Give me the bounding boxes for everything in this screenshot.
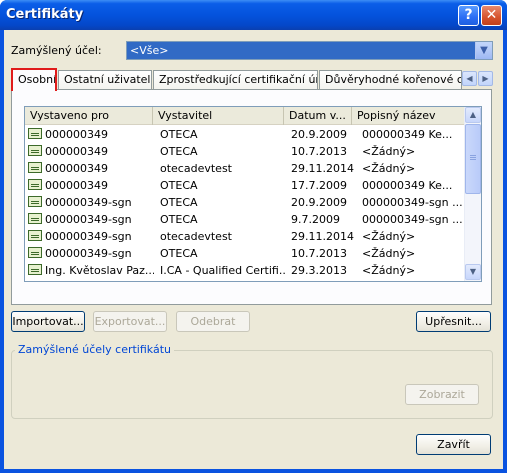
help-button[interactable]: ? <box>458 5 479 26</box>
tab-other-people[interactable]: Ostatní uživatelé <box>58 70 152 90</box>
table-row[interactable]: 000000349-sgn OTECA 20.9.2009 000000349-sgn… <box>25 194 465 211</box>
table-row[interactable]: Ing. Květoslav Paz... I.CA - Qualified Ce… <box>25 262 465 279</box>
tab-scroll-right-icon[interactable]: ▶ <box>478 71 493 86</box>
expiration-date-cell: 10.7.2013 <box>291 247 347 260</box>
advanced-button[interactable]: Upřesnit... <box>416 311 491 332</box>
dialog-body: Zamýšlený účel: <Vše> ▼ Osobní Ostatní u… <box>4 30 503 469</box>
friendly-name-cell: <Žádný> <box>362 162 416 175</box>
title-bar[interactable]: Certifikáty ? ✕ <box>0 0 507 30</box>
tab-panel-personal: Vystaveno pro Vystavitel Datum v... Popi… <box>11 89 492 305</box>
certificates-window: Certifikáty ? ✕ Zamýšlený účel: <Vše> ▼ … <box>0 0 507 473</box>
issued-to-cell: Ing. Květoslav Paz... <box>45 264 154 277</box>
expiration-date-cell: 9.7.2009 <box>291 213 340 226</box>
list-header: Vystaveno pro Vystavitel Datum v... Popi… <box>25 107 465 125</box>
friendly-name-cell: <Žádný> <box>362 264 416 277</box>
issued-by-cell: I.CA - Qualified Certifi... <box>160 264 285 277</box>
view-button[interactable]: Zobrazit <box>405 384 479 405</box>
certificate-icon <box>28 128 42 139</box>
close-window-button[interactable]: ✕ <box>481 5 502 26</box>
certificate-icon <box>28 196 42 207</box>
issued-by-cell: otecadevtest <box>160 162 232 175</box>
issued-by-cell: OTECA <box>160 247 198 260</box>
purpose-label: Zamýšlený účel: <box>11 44 102 57</box>
certificate-icon <box>28 162 42 173</box>
issued-to-cell: 000000349-sgn <box>45 196 132 209</box>
issued-to-cell: 000000349 <box>45 128 108 141</box>
certificate-list[interactable]: Vystaveno pro Vystavitel Datum v... Popi… <box>24 106 482 282</box>
expiration-date-cell: 20.9.2009 <box>291 196 347 209</box>
expiration-date-cell: 20.9.2009 <box>291 128 347 141</box>
certificate-icon <box>28 247 42 258</box>
expiration-date-cell: 29.11.2014 <box>291 162 354 175</box>
tab-intermediate-authorities[interactable]: Zprostředkující certifikační úřady <box>153 70 318 90</box>
tab-scroll-left-icon[interactable]: ◀ <box>462 71 477 86</box>
scroll-down-icon[interactable]: ▼ <box>465 264 481 280</box>
table-row[interactable]: 000000349-sgn OTECA 10.7.2013 <Žádný> <box>25 245 465 262</box>
certificate-icon <box>28 264 42 275</box>
table-row[interactable]: 000000349 OTECA 20.9.2009 000000349 Ke... <box>25 126 465 143</box>
window-title: Certifikáty <box>6 7 84 22</box>
list-vertical-scrollbar[interactable]: ▲ ▼ <box>464 107 481 281</box>
import-button[interactable]: Importovat... <box>11 311 85 332</box>
friendly-name-cell: <Žádný> <box>362 247 416 260</box>
issued-by-cell: OTECA <box>160 213 198 226</box>
issued-by-cell: OTECA <box>160 196 198 209</box>
issued-to-cell: 000000349-sgn <box>45 230 132 243</box>
remove-button[interactable]: Odebrat <box>176 311 250 332</box>
issued-to-cell: 000000349 <box>45 145 108 158</box>
table-row[interactable]: 000000349 OTECA 17.7.2009 000000349 Ke... <box>25 177 465 194</box>
friendly-name-cell: <Žádný> <box>362 230 416 243</box>
issued-to-cell: 000000349-sgn <box>45 213 132 226</box>
chevron-down-icon[interactable]: ▼ <box>475 42 492 59</box>
export-button[interactable]: Exportovat... <box>93 311 167 332</box>
scroll-up-icon[interactable]: ▲ <box>465 107 481 123</box>
expiration-date-cell: 29.11.2014 <box>291 230 354 243</box>
certificate-icon <box>28 230 42 241</box>
table-row[interactable]: 000000349 otecadevtest 29.11.2014 <Žádný> <box>25 160 465 177</box>
expiration-date-cell: 17.7.2009 <box>291 179 347 192</box>
issued-by-cell: OTECA <box>160 179 198 192</box>
certificate-purposes-legend: Zamýšlené účely certifikátu <box>15 343 174 356</box>
tab-personal[interactable]: Osobní <box>11 68 57 91</box>
purpose-dropdown[interactable]: <Vše> ▼ <box>126 41 493 60</box>
store-tabs: Osobní Ostatní uživatelé Zprostředkující… <box>11 68 493 91</box>
expiration-date-cell: 29.3.2013 <box>291 264 347 277</box>
issued-by-cell: OTECA <box>160 128 198 141</box>
friendly-name-cell: 000000349 Ke... <box>362 128 453 141</box>
friendly-name-cell: 000000349 Ke... <box>362 179 453 192</box>
expiration-date-cell: 10.7.2013 <box>291 145 347 158</box>
certificate-icon <box>28 179 42 190</box>
scrollbar-thumb[interactable] <box>465 124 481 194</box>
purpose-selected-value: <Vše> <box>130 44 169 57</box>
issued-by-cell: otecadevtest <box>160 230 232 243</box>
issued-to-cell: 000000349-sgn <box>45 247 132 260</box>
friendly-name-cell: <Žádný> <box>362 145 416 158</box>
table-row[interactable]: 000000349-sgn otecadevtest 29.11.2014 <Žádn… <box>25 228 465 245</box>
issued-to-cell: 000000349 <box>45 162 108 175</box>
table-row[interactable]: 000000349-sgn OTECA 9.7.2009 000000349-sgn … <box>25 211 465 228</box>
issued-to-cell: 000000349 <box>45 179 108 192</box>
column-issued-to[interactable]: Vystaveno pro <box>25 107 153 125</box>
close-button[interactable]: Zavřít <box>416 434 491 455</box>
certificate-icon <box>28 145 42 156</box>
column-issued-by[interactable]: Vystavitel <box>153 107 284 125</box>
table-row[interactable]: 000000349 OTECA 10.7.2013 <Žádný> <box>25 143 465 160</box>
certificate-rows: 000000349 OTECA 20.9.2009 000000349 Ke... 00… <box>25 126 465 279</box>
column-friendly-name[interactable]: Popisný název <box>352 107 465 125</box>
certificate-icon <box>28 213 42 224</box>
issued-by-cell: OTECA <box>160 145 198 158</box>
column-expiration-date[interactable]: Datum v... <box>284 107 352 125</box>
friendly-name-cell: 000000349-sgn ... <box>362 196 463 209</box>
tab-trusted-root-authorities[interactable]: Důvěryhodné kořenové certifikační úřady <box>319 70 462 90</box>
friendly-name-cell: 000000349-sgn ... <box>362 213 463 226</box>
